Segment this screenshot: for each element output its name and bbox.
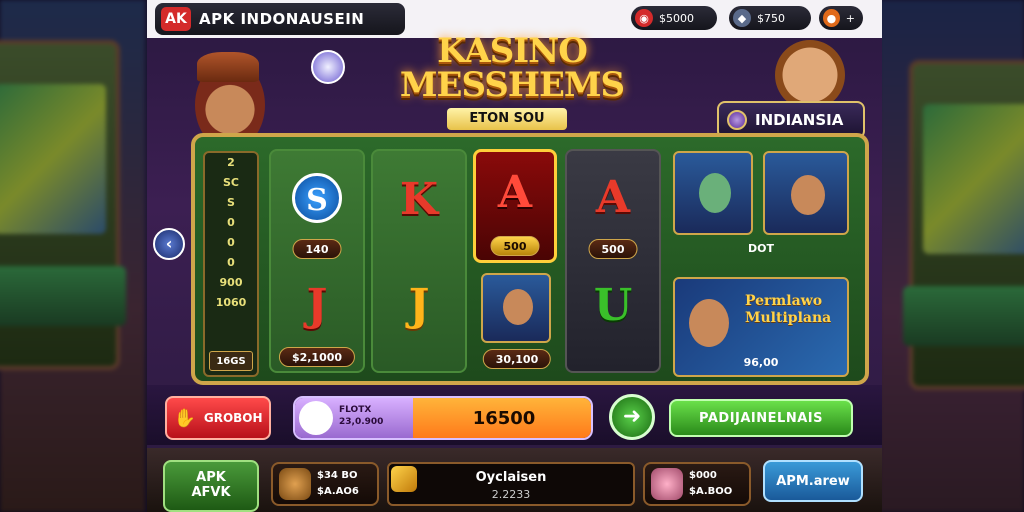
background-right (879, 0, 1024, 512)
reel-4[interactable]: A 500 U (565, 149, 661, 373)
paytable-value: 900 (219, 276, 243, 289)
globe-icon (727, 110, 747, 130)
portrait-gambler (763, 151, 849, 235)
red-action-button[interactable]: ✋ GROBOH (165, 396, 271, 440)
plus-icon: + (845, 11, 855, 25)
side-panel-label: DOT (748, 242, 774, 255)
card-sub-value: $A.BOO (689, 486, 733, 497)
paytable-value: 0 (227, 256, 235, 269)
bet-amount: 16500 (413, 398, 591, 438)
reel-label: 500 (490, 236, 540, 256)
reel-2[interactable]: K J (371, 149, 467, 373)
dog-icon (279, 468, 311, 500)
reel-label: 140 (292, 239, 342, 259)
game-logo: KASINO MESSHEMS (397, 34, 627, 102)
reward-card-1[interactable]: $34 BO $A.AO6 (271, 462, 379, 506)
paytable-footer: 16GS (209, 351, 253, 371)
card-value: $000 (689, 470, 717, 481)
control-bar: ✋ GROBOH FLOTX 23,0.900 16500 ➜ PADIJAIN… (147, 385, 882, 445)
promo-title: Permlawo Multiplana (745, 293, 832, 326)
background-left (0, 0, 145, 512)
reel-3-winning[interactable]: A 500 (473, 149, 557, 263)
paytable-value: S (227, 196, 235, 209)
reel-1[interactable]: S 140 J $2,1000 (269, 149, 365, 373)
brand-logo: AK (161, 7, 191, 31)
portrait-joker (673, 151, 753, 235)
logo-line-1: KASINO (437, 31, 588, 71)
game-window: AK APK INDONAUSEIN ◉ $5000 ◆ $750 ● + KA… (147, 0, 882, 512)
card-value: $34 BO (317, 470, 358, 481)
message-sub: 2.2233 (491, 488, 531, 501)
promo-value: 96,00 (743, 356, 779, 369)
reel-symbol-k: K (399, 174, 439, 225)
message-panel: Oyclaisen 2.2233 (387, 462, 635, 506)
reel-symbol-s: S (292, 173, 342, 223)
gem-amount: $750 (757, 11, 785, 25)
message-title: Oyclaisen (475, 470, 547, 485)
green-action-button[interactable]: PADIJAINELNAIS (669, 399, 853, 437)
coin-balance[interactable]: ◉ $5000 (631, 6, 717, 30)
reel-bottom-label: $2,1000 (278, 347, 356, 367)
red-button-label: GROBOH (203, 411, 263, 425)
coin-amount: $5000 (659, 11, 694, 25)
hand-icon: ✋ (173, 407, 196, 429)
reel-label: 500 (588, 239, 638, 259)
character-woman-right (775, 40, 845, 110)
lives-add[interactable]: ● + (819, 6, 863, 30)
blue-action-button[interactable]: APM.arew (763, 460, 863, 502)
paytable: 2 SC S 0 0 0 900 1060 16GS (203, 151, 259, 377)
portrait-woman (481, 273, 551, 343)
reel-symbol-a: A (497, 167, 533, 218)
bottom-bar: APK AFVK $34 BO $A.AO6 Oyclaisen 2.2233 … (147, 448, 882, 512)
poker-chip-icon (311, 50, 345, 84)
app-title: APK INDONAUSEIN (199, 10, 365, 28)
bet-label: FLOTX (339, 405, 372, 415)
apk-sub-label: AFVK (191, 485, 231, 500)
paytable-value: 0 (227, 236, 235, 249)
apk-label: APK (196, 470, 226, 485)
region-label: INDIANSIA (755, 111, 844, 129)
app-brand[interactable]: AK APK INDONAUSEIN (155, 3, 405, 35)
gem-balance[interactable]: ◆ $750 (729, 6, 811, 30)
bet-sub-label: 23,0.900 (339, 417, 384, 427)
coin-icon: ◉ (635, 9, 653, 27)
spin-button[interactable]: ➜ (609, 394, 655, 440)
logo-line-2: MESSHEMS (399, 65, 625, 105)
card-sub-value: $A.AO6 (317, 486, 359, 497)
arcade-machine-left (0, 40, 126, 370)
promo-multiplier[interactable]: Permlawo Multiplana 96,00 (673, 277, 849, 377)
paytable-value: SC (223, 176, 239, 189)
reward-card-2[interactable]: $000 $A.BOO (643, 462, 751, 506)
arcade-machine-right (903, 60, 1024, 390)
paytable-value: 2 (227, 156, 235, 169)
heart-icon: ● (823, 9, 840, 27)
gem-icon: ◆ (733, 9, 751, 27)
bet-panel[interactable]: FLOTX 23,0.900 16500 (293, 396, 593, 440)
panda-icon (299, 401, 333, 435)
hat-icon (197, 52, 259, 82)
slot-machine: 2 SC S 0 0 0 900 1060 16GS S 140 J $2,10… (191, 133, 869, 385)
logo-subtitle: ETON SOU (447, 108, 567, 130)
paytable-value: 1060 (215, 296, 247, 309)
pig-icon (651, 468, 683, 500)
reel-symbol-u: U (593, 280, 633, 331)
reel-symbol-j: J (408, 280, 430, 331)
apk-button[interactable]: APK AFVK (163, 460, 259, 512)
paytable-value: 0 (227, 216, 235, 229)
arrow-right-icon: ➜ (622, 404, 642, 429)
reel-symbol-j: J (306, 280, 328, 331)
reel-bottom-label: 30,100 (482, 349, 552, 369)
chevron-left-icon[interactable]: ‹ (153, 228, 185, 260)
reel-symbol-a: A (595, 172, 631, 223)
